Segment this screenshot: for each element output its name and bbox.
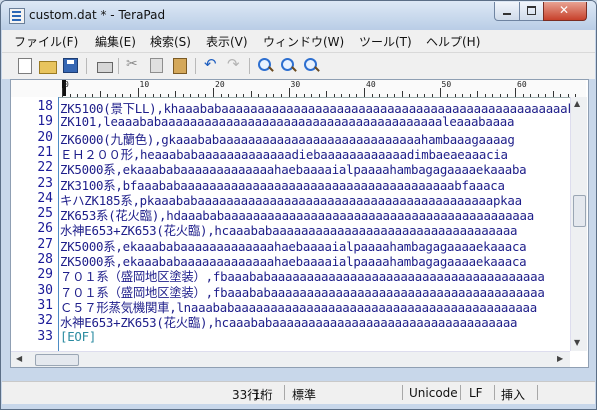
ruler-label: 20 xyxy=(215,80,225,89)
line-number: 31 xyxy=(37,297,53,313)
line-number: 33 xyxy=(37,328,53,344)
minimize-button[interactable] xyxy=(494,2,520,21)
close-button[interactable] xyxy=(543,2,587,21)
find-icon[interactable] xyxy=(258,58,274,74)
vertical-scrollbar[interactable]: ▲ ▼ xyxy=(570,97,587,351)
menu-window[interactable]: ウィンドウ(W) xyxy=(263,33,344,50)
terapad-app-icon[interactable] xyxy=(9,8,25,24)
open-folder-icon[interactable] xyxy=(39,61,57,74)
line-number: 29 xyxy=(37,267,53,283)
new-file-icon[interactable] xyxy=(18,58,32,74)
status-encoding: Unicode xyxy=(409,386,458,400)
ruler-label: 40 xyxy=(366,80,376,89)
copy-icon[interactable] xyxy=(150,58,163,73)
redo-icon[interactable]: ↷ xyxy=(227,55,243,73)
status-bar: 33行: 1桁 標準 Unicode LF 挿入 xyxy=(2,381,595,404)
ruler-label: 10 xyxy=(139,80,150,89)
menu-tools[interactable]: ツール(T) xyxy=(359,33,412,50)
status-insert-mode: 挿入 xyxy=(501,388,526,402)
ruler-label: 30 xyxy=(290,80,301,89)
terapad-window: custom.dat * - TeraPad ファイル(F) 編集(E) 検索(… xyxy=(0,0,597,410)
window-title: custom.dat * - TeraPad xyxy=(29,8,166,22)
column-ruler: 0 10 20 30 40 50 60 xyxy=(11,80,586,98)
cut-icon[interactable]: ✂ xyxy=(126,56,142,72)
line-number: 25 xyxy=(37,206,53,222)
find-next-icon[interactable] xyxy=(281,58,297,74)
ruler-tick xyxy=(364,88,365,97)
ruler-tick xyxy=(288,88,290,97)
editor-area[interactable]: 0 10 20 30 40 50 60 18 19 20 21 22 23 24 25 26 27 28 29 30… xyxy=(10,79,589,368)
toolbar-separator xyxy=(195,58,196,74)
line-number: 21 xyxy=(37,144,53,160)
toolbar-separator xyxy=(249,58,250,74)
horizontal-scroll-thumb[interactable] xyxy=(35,354,79,366)
ruler-tick xyxy=(515,88,516,97)
menu-view[interactable]: 表示(V) xyxy=(206,33,248,50)
menu-search[interactable]: 検索(S) xyxy=(150,33,191,50)
ruler-tick xyxy=(439,88,441,97)
status-divider xyxy=(402,385,403,400)
status-divider xyxy=(460,385,461,400)
status-column: 1桁 xyxy=(253,388,273,402)
line-number: 26 xyxy=(37,221,53,237)
toolbar-separator xyxy=(118,58,119,74)
ruler-label: 0 xyxy=(64,80,69,89)
status-mode: 標準 xyxy=(292,388,317,402)
line-number: 18 xyxy=(37,99,53,114)
text-line[interactable]: ZK101,leaaababaaaaaaaaaaaaaaaaaaaaaaaaaa… xyxy=(60,114,514,129)
text-content[interactable]: ZK5100(景下LL),khaaababaaaaaaaaaaaaaaaaaaa… xyxy=(60,97,570,351)
horizontal-scrollbar[interactable]: ◀ ▶ xyxy=(11,351,570,367)
menu-help[interactable]: ヘルプ(H) xyxy=(426,33,480,50)
menu-edit[interactable]: 編集(E) xyxy=(95,33,136,50)
paste-icon[interactable] xyxy=(173,58,187,74)
scroll-right-arrow-icon[interactable]: ▶ xyxy=(557,354,563,363)
maximize-button[interactable] xyxy=(519,2,544,21)
menu-bar: ファイル(F) 編集(E) 検索(S) 表示(V) ウィンドウ(W) ツール(T… xyxy=(2,30,595,53)
print-icon[interactable] xyxy=(97,62,113,73)
scroll-up-arrow-icon[interactable]: ▲ xyxy=(574,99,580,108)
find-prev-icon[interactable] xyxy=(304,58,320,74)
ruler-tick xyxy=(62,88,63,97)
vertical-scroll-thumb[interactable] xyxy=(573,195,586,227)
line-number: 27 xyxy=(37,236,53,252)
status-newline: LF xyxy=(469,386,483,400)
line-number: 23 xyxy=(37,175,53,191)
line-number: 28 xyxy=(37,252,53,267)
line-number: 19 xyxy=(37,114,53,130)
ruler-tick xyxy=(137,88,139,97)
line-number-gutter: 18 19 20 21 22 23 24 25 26 27 28 29 30 31 32 33 xyxy=(11,97,59,351)
scroll-down-arrow-icon[interactable]: ▼ xyxy=(574,338,580,347)
toolbar: ✂ ↶ ↷ xyxy=(2,53,595,79)
line-number: 22 xyxy=(37,160,53,176)
line-number: 20 xyxy=(37,129,53,145)
save-icon[interactable] xyxy=(63,58,78,73)
status-divider xyxy=(537,385,538,400)
ruler-tick xyxy=(213,88,214,97)
status-divider xyxy=(494,385,495,400)
toolbar-separator xyxy=(86,58,87,74)
line-number: 24 xyxy=(37,190,53,206)
undo-icon[interactable]: ↶ xyxy=(204,55,220,73)
ruler-label: 60 xyxy=(517,80,527,89)
scroll-left-arrow-icon[interactable]: ◀ xyxy=(16,354,22,363)
line-number: 32 xyxy=(37,313,53,329)
status-divider xyxy=(284,385,285,400)
eof-marker[interactable]: [EOF] xyxy=(60,329,96,344)
menu-file[interactable]: ファイル(F) xyxy=(14,33,78,50)
ruler-label: 50 xyxy=(441,80,452,89)
text-line[interactable]: 水神E653+ZK653(花火臨),hcaaababaaaaaaaaaaaaaa… xyxy=(60,313,518,331)
title-bar[interactable]: custom.dat * - TeraPad xyxy=(1,1,596,30)
line-number: 30 xyxy=(37,282,53,298)
